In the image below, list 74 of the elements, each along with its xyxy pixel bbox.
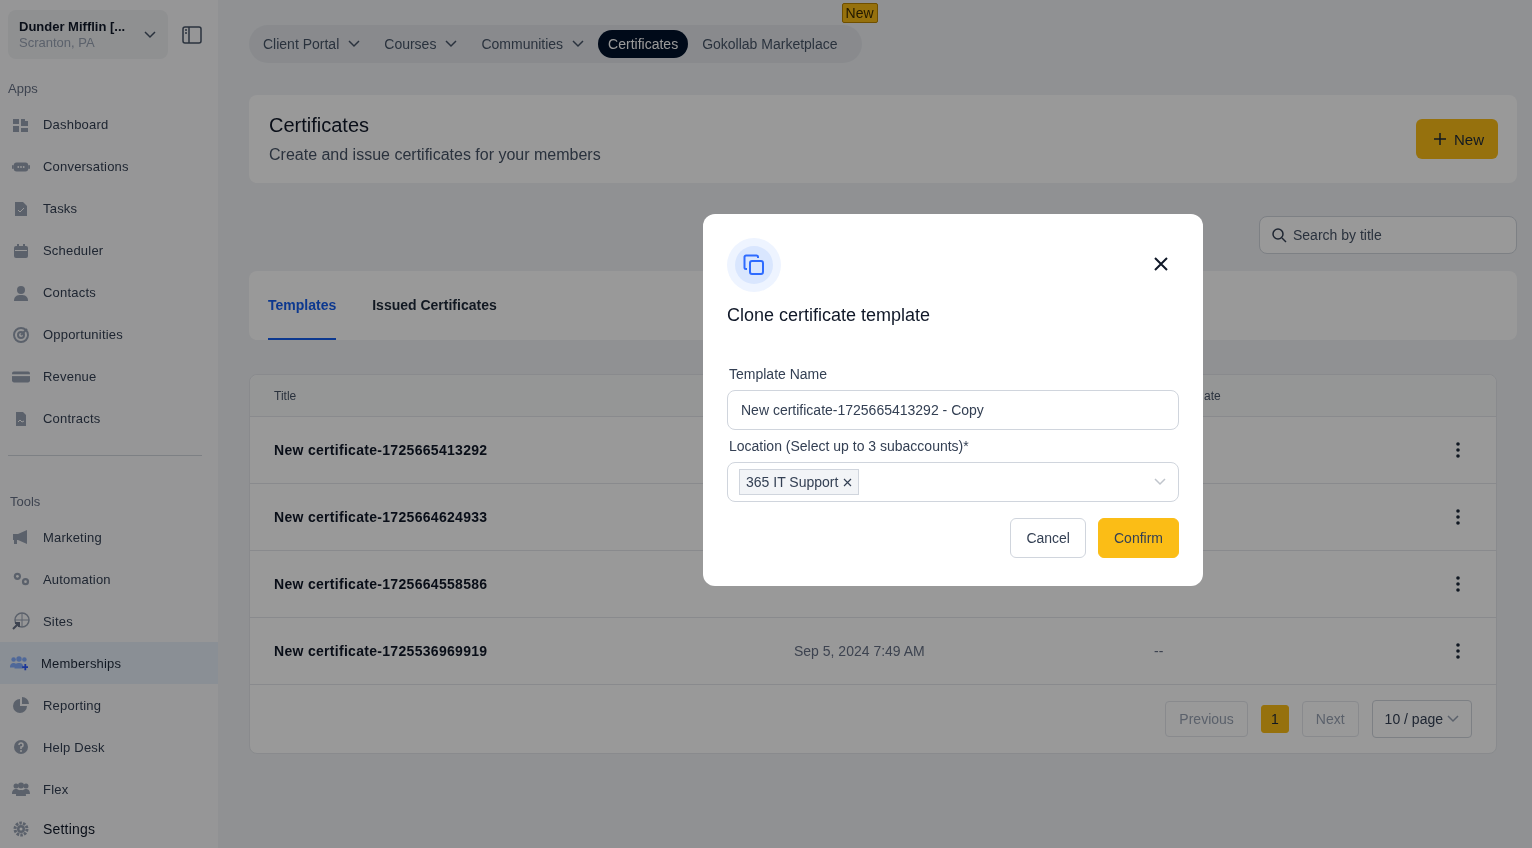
- page-subtitle: Create and issue certificates for your members: [269, 146, 601, 164]
- chevron-down-icon: [144, 30, 156, 39]
- target-icon: [13, 326, 29, 343]
- sidebar-item[interactable]: Marketing: [0, 516, 218, 559]
- close-icon: [1154, 257, 1168, 271]
- person-icon: [13, 284, 29, 301]
- column-header: Title: [274, 388, 298, 403]
- selected-tag: 365 IT Support: [739, 469, 860, 495]
- calendar-icon: [13, 242, 29, 259]
- people-icon: [12, 782, 30, 797]
- field-label: Template Name: [729, 366, 829, 382]
- nav-tab[interactable]: Communities: [471, 30, 595, 58]
- cancel-button[interactable]: Cancel: [1010, 518, 1086, 558]
- sidebar-item[interactable]: Memberships: [0, 642, 218, 685]
- credit-card-icon: [12, 369, 30, 384]
- sidebar-item[interactable]: Automation: [0, 558, 218, 601]
- sidebar-item[interactable]: Sites: [0, 600, 218, 643]
- sidebar-toggle-icon[interactable]: [182, 25, 202, 44]
- new-badge: New: [841, 3, 878, 23]
- more-vertical-icon: [1456, 576, 1460, 592]
- chat-bubble-icon: [12, 160, 30, 173]
- sidebar-item[interactable]: Reporting: [0, 684, 218, 727]
- settings-icon: [13, 821, 29, 838]
- nav-tab[interactable]: Courses: [374, 30, 468, 58]
- table-cell-text: Sep 5, 2024 7:49 AM: [794, 643, 926, 659]
- document-check-icon: [14, 200, 28, 217]
- tab[interactable]: Templates: [268, 271, 337, 340]
- more-vertical-icon: [1456, 509, 1460, 525]
- section-heading: Tools: [9, 493, 42, 509]
- sidebar-item[interactable]: Scheduler: [0, 229, 218, 272]
- more-vertical-icon: [1456, 442, 1460, 458]
- sidebar-item[interactable]: Tasks: [0, 187, 218, 230]
- section-heading: Apps: [7, 81, 39, 96]
- table-cell: New certificate-1725664624933: [274, 509, 488, 525]
- column-header: ate: [1203, 388, 1222, 403]
- search-field[interactable]: Search by title: [1259, 216, 1517, 254]
- sidebar-item[interactable]: Revenue: [0, 355, 218, 398]
- table-cell-text: --: [1154, 643, 1165, 659]
- sidebar-item[interactable]: Help Desk: [0, 726, 218, 769]
- tab[interactable]: Issued Certificates: [372, 271, 497, 340]
- page-number[interactable]: 1: [1260, 705, 1289, 733]
- people-plus-icon: [10, 655, 28, 672]
- page-title: Certificates: [269, 114, 371, 137]
- copy-icon: [743, 254, 765, 276]
- nav-tab[interactable]: Certificates: [598, 30, 689, 58]
- sidebar-item[interactable]: Dashboard: [0, 104, 218, 146]
- dialog-title: Clone certificate template: [727, 305, 932, 326]
- sidebar-item[interactable]: Flex: [0, 768, 218, 811]
- confirm-button[interactable]: Confirm: [1098, 518, 1179, 558]
- input-field[interactable]: New certificate-1725665413292 - Copy: [727, 390, 1179, 430]
- chevron-down-icon: [1154, 478, 1166, 486]
- sidebar-item[interactable]: Conversations: [0, 145, 218, 188]
- pie-chart-icon: [13, 697, 29, 714]
- sidebar-item[interactable]: Settings: [0, 810, 218, 848]
- globe-arrow-icon: [12, 612, 30, 631]
- table-cell: New certificate-1725664558586: [274, 576, 488, 592]
- document-icon: [15, 410, 27, 427]
- nav-tab[interactable]: Gokollab Marketplace: [692, 30, 848, 58]
- chevron-down-icon: [1447, 715, 1459, 723]
- sidebar-item[interactable]: Contacts: [0, 271, 218, 314]
- megaphone-icon: [12, 529, 30, 546]
- page-size-select[interactable]: 10 / page: [1371, 700, 1472, 738]
- more-vertical-icon: [1456, 643, 1460, 659]
- nav-tab[interactable]: Client Portal: [253, 30, 371, 58]
- table-cell: New certificate-1725536969919: [274, 643, 488, 659]
- table-cell: New certificate-1725665413292: [274, 442, 488, 458]
- location-select[interactable]: 365 IT Support: [727, 462, 1179, 502]
- sidebar-item[interactable]: Opportunities: [0, 313, 218, 356]
- new-button[interactable]: New: [1416, 119, 1498, 159]
- sidebar-item[interactable]: Contracts: [0, 397, 218, 440]
- help-icon: [13, 739, 29, 756]
- plus-icon: [1434, 133, 1446, 145]
- remove-icon: [843, 477, 853, 487]
- field-label: Location (Select up to 3 subaccounts)*: [729, 438, 970, 454]
